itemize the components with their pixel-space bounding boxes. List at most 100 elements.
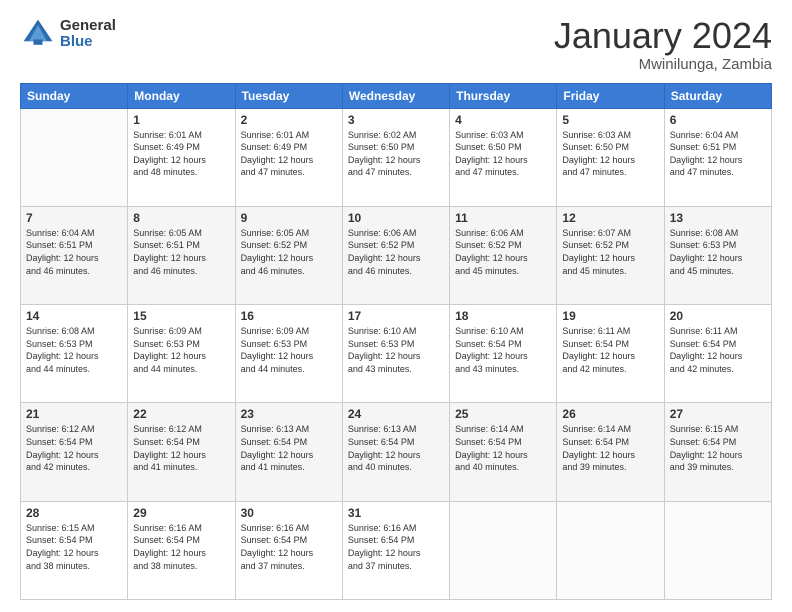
table-row: 16 Sunrise: 6:09 AM Sunset: 6:53 PM Dayli… bbox=[235, 305, 342, 403]
table-row: 27 Sunrise: 6:15 AM Sunset: 6:54 PM Dayli… bbox=[664, 403, 771, 501]
calendar-header-row: Sunday Monday Tuesday Wednesday Thursday… bbox=[21, 83, 772, 108]
day-info: Sunrise: 6:03 AM Sunset: 6:50 PM Dayligh… bbox=[562, 129, 658, 179]
table-row bbox=[664, 501, 771, 599]
day-number: 26 bbox=[562, 407, 658, 421]
table-row bbox=[557, 501, 664, 599]
table-row: 18 Sunrise: 6:10 AM Sunset: 6:54 PM Dayli… bbox=[450, 305, 557, 403]
col-saturday: Saturday bbox=[664, 83, 771, 108]
table-row: 9 Sunrise: 6:05 AM Sunset: 6:52 PM Daylig… bbox=[235, 206, 342, 304]
table-row: 7Sunrise: 6:04 AM Sunset: 6:51 PM Daylig… bbox=[21, 206, 128, 304]
day-number: 21 bbox=[26, 407, 122, 421]
day-info: Sunrise: 6:03 AM Sunset: 6:50 PM Dayligh… bbox=[455, 129, 551, 179]
page: General Blue January 2024 Mwinilunga, Za… bbox=[0, 0, 792, 612]
table-row: 23 Sunrise: 6:13 AM Sunset: 6:54 PM Dayli… bbox=[235, 403, 342, 501]
calendar-week-row: 21 Sunrise: 6:12 AM Sunset: 6:54 PM Dayli… bbox=[21, 403, 772, 501]
col-friday: Friday bbox=[557, 83, 664, 108]
day-number: 31 bbox=[348, 506, 444, 520]
day-number: 24 bbox=[348, 407, 444, 421]
day-info: Sunrise: 6:06 AM Sunset: 6:52 PM Dayligh… bbox=[348, 227, 444, 277]
day-number: 20 bbox=[670, 309, 766, 323]
table-row: 6 Sunrise: 6:04 AM Sunset: 6:51 PM Daylig… bbox=[664, 108, 771, 206]
calendar-table: Sunday Monday Tuesday Wednesday Thursday… bbox=[20, 83, 772, 600]
table-row bbox=[450, 501, 557, 599]
day-info: Sunrise: 6:09 AM Sunset: 6:53 PM Dayligh… bbox=[241, 325, 337, 375]
header: General Blue January 2024 Mwinilunga, Za… bbox=[20, 16, 772, 73]
table-row: 12 Sunrise: 6:07 AM Sunset: 6:52 PM Dayli… bbox=[557, 206, 664, 304]
day-number: 19 bbox=[562, 309, 658, 323]
day-info: Sunrise: 6:06 AM Sunset: 6:52 PM Dayligh… bbox=[455, 227, 551, 277]
col-monday: Monday bbox=[128, 83, 235, 108]
day-number: 13 bbox=[670, 211, 766, 225]
logo-blue-text: Blue bbox=[60, 34, 116, 51]
table-row: 8 Sunrise: 6:05 AM Sunset: 6:51 PM Daylig… bbox=[128, 206, 235, 304]
day-number: 17 bbox=[348, 309, 444, 323]
day-number: 23 bbox=[241, 407, 337, 421]
logo-icon bbox=[20, 16, 56, 52]
day-info: Sunrise: 6:12 AM Sunset: 6:54 PM Dayligh… bbox=[26, 423, 122, 473]
day-info: Sunrise: 6:01 AM Sunset: 6:49 PM Dayligh… bbox=[133, 129, 229, 179]
day-number: 11 bbox=[455, 211, 551, 225]
day-info: Sunrise: 6:07 AM Sunset: 6:52 PM Dayligh… bbox=[562, 227, 658, 277]
day-number: 8 bbox=[133, 211, 229, 225]
title-block: January 2024 Mwinilunga, Zambia bbox=[554, 16, 772, 73]
table-row: 25Sunrise: 6:14 AM Sunset: 6:54 PM Dayli… bbox=[450, 403, 557, 501]
day-info: Sunrise: 6:12 AM Sunset: 6:54 PM Dayligh… bbox=[133, 423, 229, 473]
calendar-week-row: 14 Sunrise: 6:08 AM Sunset: 6:53 PM Dayli… bbox=[21, 305, 772, 403]
day-number: 18 bbox=[455, 309, 551, 323]
table-row: 5 Sunrise: 6:03 AM Sunset: 6:50 PM Daylig… bbox=[557, 108, 664, 206]
table-row: 28 Sunrise: 6:15 AM Sunset: 6:54 PM Dayli… bbox=[21, 501, 128, 599]
day-number: 4 bbox=[455, 113, 551, 127]
logo-general-text: General bbox=[60, 18, 116, 35]
location: Mwinilunga, Zambia bbox=[554, 56, 772, 73]
day-number: 12 bbox=[562, 211, 658, 225]
calendar-week-row: 1 Sunrise: 6:01 AM Sunset: 6:49 PM Daylig… bbox=[21, 108, 772, 206]
day-info: Sunrise: 6:02 AM Sunset: 6:50 PM Dayligh… bbox=[348, 129, 444, 179]
day-info: Sunrise: 6:16 AM Sunset: 6:54 PM Dayligh… bbox=[348, 522, 444, 572]
day-info: Sunrise: 6:05 AM Sunset: 6:51 PM Dayligh… bbox=[133, 227, 229, 277]
table-row: 2Sunrise: 6:01 AM Sunset: 6:49 PM Daylig… bbox=[235, 108, 342, 206]
table-row: 15 Sunrise: 6:09 AM Sunset: 6:53 PM Dayli… bbox=[128, 305, 235, 403]
day-number: 16 bbox=[241, 309, 337, 323]
col-tuesday: Tuesday bbox=[235, 83, 342, 108]
day-info: Sunrise: 6:11 AM Sunset: 6:54 PM Dayligh… bbox=[670, 325, 766, 375]
day-number: 7 bbox=[26, 211, 122, 225]
table-row: 17 Sunrise: 6:10 AM Sunset: 6:53 PM Dayli… bbox=[342, 305, 449, 403]
day-info: Sunrise: 6:14 AM Sunset: 6:54 PM Dayligh… bbox=[562, 423, 658, 473]
col-sunday: Sunday bbox=[21, 83, 128, 108]
day-number: 30 bbox=[241, 506, 337, 520]
day-number: 14 bbox=[26, 309, 122, 323]
day-info: Sunrise: 6:10 AM Sunset: 6:54 PM Dayligh… bbox=[455, 325, 551, 375]
col-thursday: Thursday bbox=[450, 83, 557, 108]
day-number: 10 bbox=[348, 211, 444, 225]
day-info: Sunrise: 6:10 AM Sunset: 6:53 PM Dayligh… bbox=[348, 325, 444, 375]
table-row: 30 Sunrise: 6:16 AM Sunset: 6:54 PM Dayli… bbox=[235, 501, 342, 599]
day-info: Sunrise: 6:09 AM Sunset: 6:53 PM Dayligh… bbox=[133, 325, 229, 375]
table-row: 19 Sunrise: 6:11 AM Sunset: 6:54 PM Dayli… bbox=[557, 305, 664, 403]
calendar-week-row: 7Sunrise: 6:04 AM Sunset: 6:51 PM Daylig… bbox=[21, 206, 772, 304]
day-number: 28 bbox=[26, 506, 122, 520]
day-number: 6 bbox=[670, 113, 766, 127]
day-number: 1 bbox=[133, 113, 229, 127]
table-row: 11 Sunrise: 6:06 AM Sunset: 6:52 PM Dayli… bbox=[450, 206, 557, 304]
month-title: January 2024 bbox=[554, 16, 772, 56]
day-info: Sunrise: 6:16 AM Sunset: 6:54 PM Dayligh… bbox=[241, 522, 337, 572]
day-number: 27 bbox=[670, 407, 766, 421]
day-info: Sunrise: 6:11 AM Sunset: 6:54 PM Dayligh… bbox=[562, 325, 658, 375]
table-row: 26 Sunrise: 6:14 AM Sunset: 6:54 PM Dayli… bbox=[557, 403, 664, 501]
day-number: 5 bbox=[562, 113, 658, 127]
day-number: 15 bbox=[133, 309, 229, 323]
logo: General Blue bbox=[20, 16, 116, 52]
table-row: 14 Sunrise: 6:08 AM Sunset: 6:53 PM Dayli… bbox=[21, 305, 128, 403]
day-info: Sunrise: 6:08 AM Sunset: 6:53 PM Dayligh… bbox=[670, 227, 766, 277]
table-row: 31 Sunrise: 6:16 AM Sunset: 6:54 PM Dayli… bbox=[342, 501, 449, 599]
day-info: Sunrise: 6:15 AM Sunset: 6:54 PM Dayligh… bbox=[670, 423, 766, 473]
day-info: Sunrise: 6:14 AM Sunset: 6:54 PM Dayligh… bbox=[455, 423, 551, 473]
day-info: Sunrise: 6:04 AM Sunset: 6:51 PM Dayligh… bbox=[670, 129, 766, 179]
day-number: 9 bbox=[241, 211, 337, 225]
day-info: Sunrise: 6:13 AM Sunset: 6:54 PM Dayligh… bbox=[241, 423, 337, 473]
day-number: 3 bbox=[348, 113, 444, 127]
day-info: Sunrise: 6:05 AM Sunset: 6:52 PM Dayligh… bbox=[241, 227, 337, 277]
table-row: 21 Sunrise: 6:12 AM Sunset: 6:54 PM Dayli… bbox=[21, 403, 128, 501]
day-info: Sunrise: 6:08 AM Sunset: 6:53 PM Dayligh… bbox=[26, 325, 122, 375]
day-info: Sunrise: 6:15 AM Sunset: 6:54 PM Dayligh… bbox=[26, 522, 122, 572]
